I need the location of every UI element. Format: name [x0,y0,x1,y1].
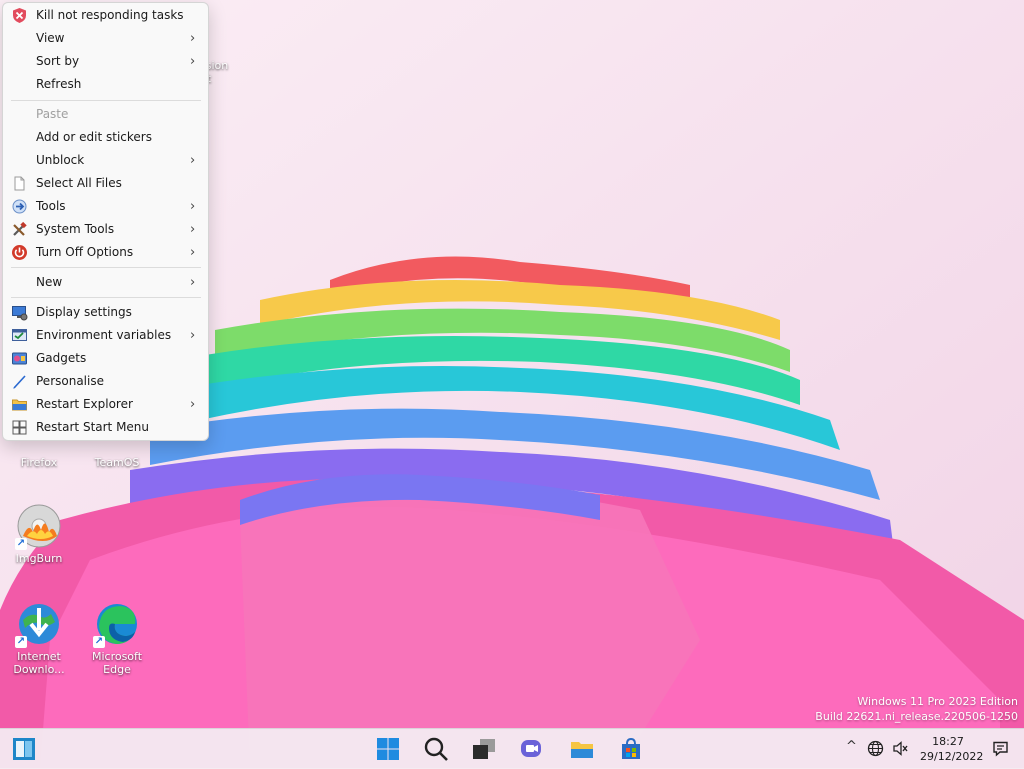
menu-item-new[interactable]: New › [3,271,208,294]
power-icon [12,245,27,260]
menu-item-label: Restart Start Menu [36,420,150,434]
idm-globe-icon: ↗ [15,600,63,648]
file-icon [14,176,25,191]
menu-item-label: Turn Off Options [36,245,134,259]
menu-item-system-tools[interactable]: System Tools › [3,218,208,241]
system-clock[interactable]: 18:27 29/12/2022 [920,734,984,764]
desktop-icon-internet-download-manager[interactable]: ↗ Internet Downlo... [4,600,74,676]
teams-chat-icon[interactable] [519,736,545,762]
menu-item-label: Restart Explorer [36,397,133,411]
menu-item-label: Sort by [36,54,80,68]
shortcut-arrow-icon: ↗ [93,636,105,648]
widgets-icon[interactable] [11,736,37,762]
menu-item-display-settings[interactable]: Display settings [3,301,208,324]
show-hidden-icons-chevron[interactable]: ^ [846,739,857,754]
menu-item-restart-start-menu[interactable]: Restart Start Menu [3,416,208,439]
desktop-icon-firefox-label: Firefox [20,456,58,469]
desktop-icon-microsoft-edge[interactable]: ↗ Microsoft Edge [82,600,152,676]
desktop-icon-teamos[interactable]: TeamOS [82,442,152,469]
menu-item-view[interactable]: View › [3,27,208,50]
chevron-right-icon: › [190,199,196,214]
menu-item-sort-by[interactable]: Sort by › [3,50,208,73]
menu-item-label: Select All Files [36,176,122,190]
store-icon[interactable] [618,736,644,762]
task-view-icon[interactable] [471,736,497,762]
menu-item-label: Add or edit stickers [36,130,152,144]
watermark-edition: Windows 11 Pro 2023 Edition [857,695,1018,708]
display-settings-icon [12,306,28,321]
taskbar: ^ 18:27 29/12/2022 [0,728,1024,769]
edge-icon: ↗ [93,600,141,648]
menu-item-add-or-edit-stickers[interactable]: Add or edit stickers [3,126,208,149]
desktop-icon-teamos-label: TeamOS [94,456,140,469]
shortcut-arrow-icon: ↗ [15,636,27,648]
imgburn-icon: ↗ [15,502,63,550]
watermark-build: Build 22621.ni_release.220506-1250 [815,710,1018,723]
environment-variables-icon [12,329,27,341]
menu-item-label: View [36,31,65,45]
wrench-hammer-icon [13,221,27,236]
menu-item-personalise[interactable]: Personalise [3,370,208,393]
desktop-icon-edge-label: Microsoft Edge [91,650,143,676]
menu-item-restart-explorer[interactable]: Restart Explorer › [3,393,208,416]
menu-item-unblock[interactable]: Unblock › [3,149,208,172]
file-explorer-icon[interactable] [569,736,595,762]
menu-item-label: Refresh [36,77,82,91]
desktop-icon-idm-label: Internet Downlo... [13,650,65,676]
menu-item-label: Tools [36,199,66,213]
chevron-right-icon: › [190,31,196,46]
menu-item-select-all-files[interactable]: Select All Files [3,172,208,195]
clock-date: 29/12/2022 [920,750,984,763]
chevron-right-icon: › [190,275,196,290]
menu-item-environment-variables[interactable]: Environment variables › [3,324,208,347]
desktop-icon-imgburn-label: ImgBurn [15,552,63,565]
chevron-right-icon: › [190,245,196,260]
menu-item-label: Unblock [36,153,85,167]
menu-item-label: Personalise [36,374,104,388]
chevron-right-icon: › [190,153,196,168]
desktop-context-menu: Kill not responding tasks View › Sort by… [2,2,209,441]
notifications-icon[interactable] [992,740,1009,757]
network-globe-icon[interactable] [867,740,884,757]
menu-item-label: Paste [36,107,69,121]
menu-separator [11,100,201,101]
menu-item-refresh[interactable]: Refresh [3,73,208,96]
menu-item-kill-not-responding-tasks[interactable]: Kill not responding tasks [3,4,208,27]
chevron-right-icon: › [190,397,196,412]
menu-item-label: System Tools [36,222,115,236]
menu-item-turn-off-options[interactable]: Turn Off Options › [3,241,208,264]
clock-time: 18:27 [932,735,964,748]
menu-separator [11,267,201,268]
windows-edition-watermark: Windows 11 Pro 2023 Edition Build 22621.… [815,694,1018,724]
chevron-right-icon: › [190,54,196,69]
volume-muted-icon[interactable] [892,740,909,757]
shield-x-icon [13,8,26,23]
brush-icon [13,375,26,389]
tools-arrow-icon [12,199,27,214]
menu-separator [11,297,201,298]
chevron-right-icon: › [190,222,196,237]
desktop-icon-firefox[interactable]: Firefox [4,442,74,469]
menu-item-tools[interactable]: Tools › [3,195,208,218]
search-icon[interactable] [423,736,449,762]
chevron-right-icon: › [190,328,196,343]
start-icon[interactable] [375,736,401,762]
menu-item-paste: Paste [3,103,208,126]
menu-item-label: Kill not responding tasks [36,8,184,22]
menu-item-label: New [36,275,63,289]
menu-item-label: Environment variables [36,328,172,342]
menu-item-label: Gadgets [36,351,87,365]
menu-item-label: Display settings [36,305,132,319]
folder-icon [12,399,27,411]
gadgets-icon [12,352,27,365]
menu-item-gadgets[interactable]: Gadgets [3,347,208,370]
shortcut-arrow-icon: ↗ [15,538,27,550]
windows-logo-icon [12,420,27,435]
desktop-icon-imgburn[interactable]: ↗ ImgBurn [4,502,74,565]
